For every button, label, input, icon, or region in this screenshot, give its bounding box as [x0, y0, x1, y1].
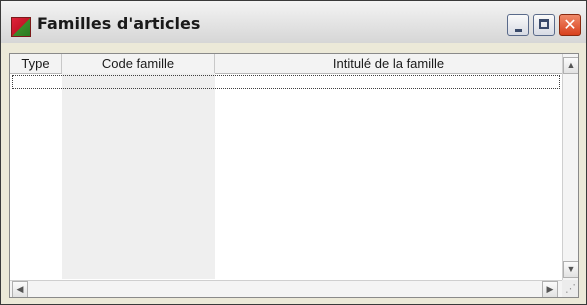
resize-grip-icon: ⋰ [565, 283, 576, 295]
minimize-icon [515, 29, 522, 32]
families-window: Familles d'articles ✕ Type Code famille … [0, 0, 587, 305]
families-grid[interactable]: Type Code famille Intitulé de la famille… [9, 53, 579, 298]
scroll-up-button[interactable]: ▲ [563, 57, 578, 74]
scroll-left-button[interactable]: ◀ [12, 281, 28, 297]
horizontal-scrollbar[interactable]: ◀ ▶ [10, 280, 562, 297]
maximize-button[interactable] [533, 14, 555, 36]
close-button[interactable]: ✕ [559, 14, 581, 36]
scroll-right-button[interactable]: ▶ [542, 281, 558, 297]
table-row[interactable] [12, 75, 560, 89]
column-header-type[interactable]: Type [10, 54, 62, 73]
column-header-code-famille[interactable]: Code famille [62, 54, 215, 73]
vertical-scrollbar[interactable]: ▲ ▼ [562, 54, 578, 280]
window-title: Familles d'articles [37, 14, 201, 33]
app-icon [11, 17, 31, 37]
maximize-icon [539, 19, 549, 29]
column-header-intitule[interactable]: Intitulé de la famille [215, 54, 562, 73]
resize-grip[interactable]: ⋰ [562, 280, 578, 297]
title-bar[interactable]: Familles d'articles ✕ [1, 1, 586, 43]
minimize-button[interactable] [507, 14, 529, 36]
grid-header: Type Code famille Intitulé de la famille [10, 54, 562, 74]
scroll-down-button[interactable]: ▼ [563, 261, 578, 278]
close-icon: ✕ [563, 15, 577, 34]
code-column-shading [62, 73, 215, 279]
